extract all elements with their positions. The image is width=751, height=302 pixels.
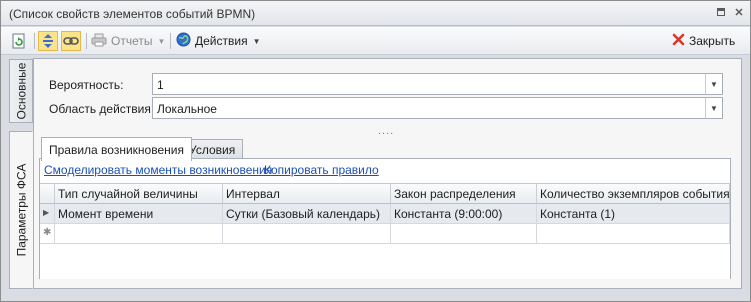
restore-icon bbox=[717, 8, 725, 16]
close-label: Закрыть bbox=[689, 34, 736, 48]
probability-label: Вероятность: bbox=[49, 78, 124, 92]
column-header[interactable]: Тип случайной величины bbox=[55, 184, 223, 204]
header-indicator-cell bbox=[40, 184, 55, 204]
table-cell[interactable]: Константа (1) bbox=[537, 204, 730, 224]
side-tab-strip: Основные Параметры ФСА bbox=[9, 59, 34, 289]
tab-main-label: Основные bbox=[14, 62, 28, 120]
close-icon: ✕ bbox=[734, 7, 744, 19]
table-cell[interactable] bbox=[223, 224, 391, 244]
table-cell[interactable] bbox=[55, 224, 223, 244]
new-row-icon: ✱ bbox=[40, 224, 55, 244]
chevron-down-icon: ▼ bbox=[157, 36, 166, 46]
toolbar-separator bbox=[34, 33, 35, 49]
grid-header-row: Тип случайной величины Интервал Закон ра… bbox=[40, 184, 730, 204]
column-header[interactable]: Закон распределения bbox=[391, 184, 537, 204]
restore-button[interactable] bbox=[714, 6, 728, 20]
tab-fsa-parameters[interactable]: Параметры ФСА bbox=[9, 131, 33, 289]
probability-combobox[interactable]: 1 ▼ bbox=[152, 73, 723, 95]
toolbar-separator bbox=[86, 33, 87, 49]
close-form-button[interactable]: Закрыть bbox=[672, 31, 735, 51]
chain-link-icon bbox=[61, 31, 81, 51]
scope-value: Локальное bbox=[157, 102, 217, 116]
table-cell[interactable]: Сутки (Базовый календарь) bbox=[223, 204, 391, 224]
column-header[interactable]: Количество экземпляров события bbox=[537, 184, 730, 204]
table-cell[interactable] bbox=[391, 224, 537, 244]
tab-fsa-label: Параметры ФСА bbox=[14, 163, 28, 257]
window-close-button[interactable]: ✕ bbox=[732, 6, 746, 20]
tab-occurrence-rules-label: Правила возникновения bbox=[49, 142, 184, 157]
window-title: (Список свойств элементов событий BPMN) bbox=[9, 7, 256, 21]
reports-menu-button[interactable]: Отчеты ▼ bbox=[91, 31, 165, 51]
table-cell[interactable]: Момент времени bbox=[55, 204, 223, 224]
chevron-down-icon: ▼ bbox=[252, 36, 261, 46]
fsa-parameters-panel: Вероятность: 1 ▼ Область действия: Локал… bbox=[33, 58, 742, 289]
printer-icon bbox=[91, 33, 107, 50]
row-indicator-icon: ▶ bbox=[40, 204, 55, 224]
refresh-button[interactable] bbox=[9, 31, 29, 51]
scope-label: Область действия: bbox=[49, 102, 155, 116]
probability-value: 1 bbox=[157, 78, 164, 92]
link-button[interactable] bbox=[61, 31, 81, 51]
tab-conditions-label: Условия bbox=[189, 143, 236, 157]
expand-button[interactable] bbox=[38, 31, 58, 51]
table-cell[interactable] bbox=[537, 224, 730, 244]
table-row[interactable]: ▶ Момент времени Сутки (Базовый календар… bbox=[40, 204, 730, 224]
simulate-link[interactable]: Смоделировать моменты возникновения bbox=[44, 163, 272, 177]
scope-combobox[interactable]: Локальное ▼ bbox=[152, 97, 723, 119]
toolbar-separator bbox=[170, 33, 171, 49]
tab-main[interactable]: Основные bbox=[9, 59, 33, 123]
bpmn-properties-window: (Список свойств элементов событий BPMN) … bbox=[0, 0, 751, 302]
vertical-arrows-icon bbox=[38, 31, 58, 51]
new-row[interactable]: ✱ bbox=[40, 224, 730, 244]
toolbar: Отчеты ▼ Действия ▼ Закрыть bbox=[1, 27, 750, 55]
red-x-icon bbox=[672, 33, 685, 49]
column-header[interactable]: Интервал bbox=[223, 184, 391, 204]
tab-occurrence-rules[interactable]: Правила возникновения bbox=[41, 137, 192, 161]
chevron-down-icon[interactable]: ▼ bbox=[705, 74, 722, 94]
splitter-handle[interactable]: .... bbox=[378, 125, 394, 137]
refresh-document-icon bbox=[9, 31, 29, 51]
actions-label: Действия bbox=[195, 34, 248, 48]
copy-rule-link[interactable]: Копировать правило bbox=[264, 163, 379, 177]
rules-tab-body: Смоделировать моменты возникновения Копи… bbox=[39, 158, 731, 279]
table-cell[interactable]: Константа (9:00:00) bbox=[391, 204, 537, 224]
title-bar: (Список свойств элементов событий BPMN) … bbox=[1, 1, 750, 26]
chevron-down-icon[interactable]: ▼ bbox=[705, 98, 722, 118]
reports-label: Отчеты bbox=[111, 34, 153, 48]
actions-menu-button[interactable]: Действия ▼ bbox=[176, 31, 261, 51]
globe-icon bbox=[176, 32, 191, 50]
rules-grid: Тип случайной величины Интервал Закон ра… bbox=[40, 183, 730, 279]
